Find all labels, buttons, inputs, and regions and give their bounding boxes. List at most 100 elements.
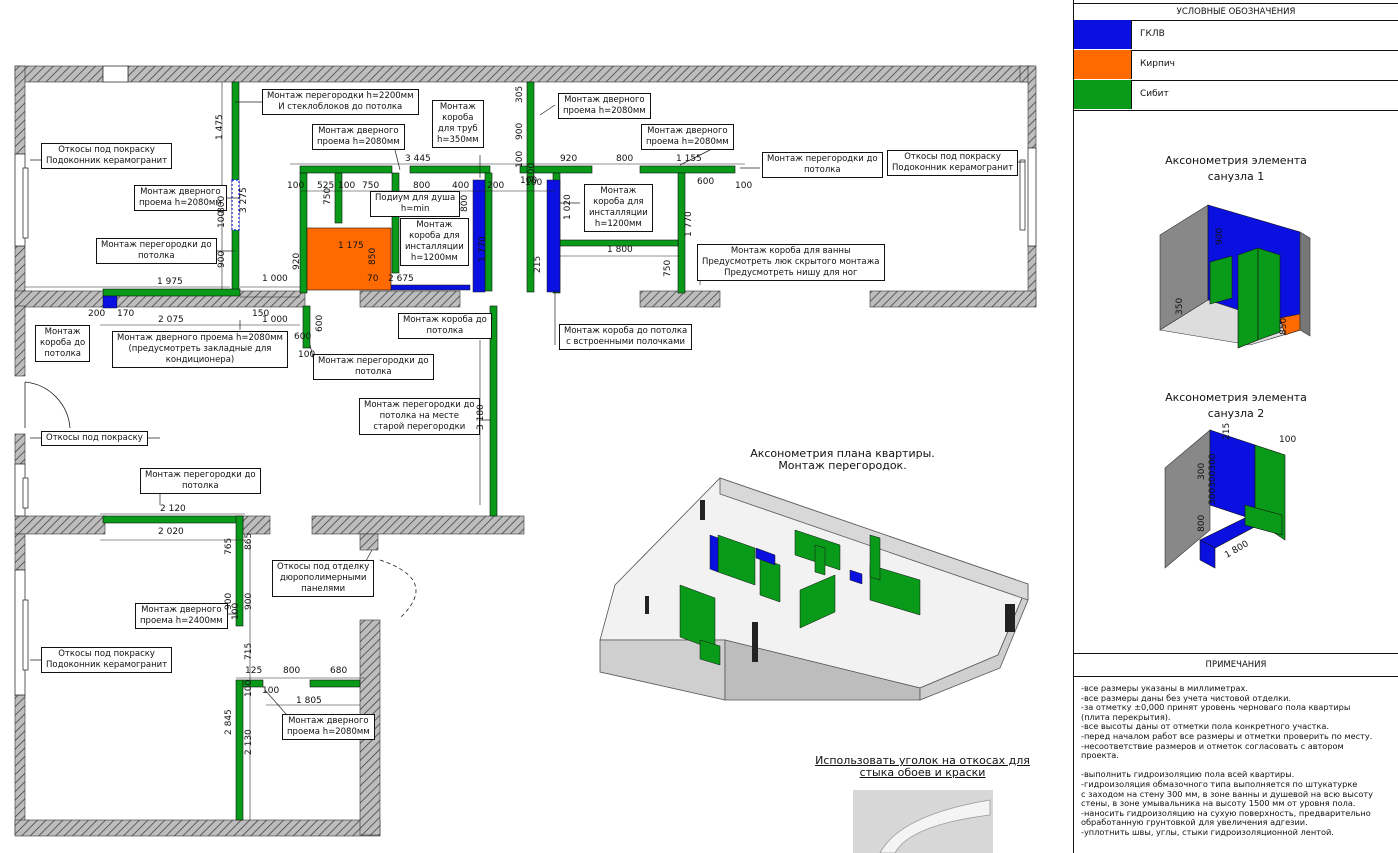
callout-note: Монтаж дверного проема h=2400мм: [135, 603, 228, 629]
callout-note: Откосы под покраску Подоконник керамогра…: [41, 647, 173, 673]
glass-block-partition: [231, 179, 240, 231]
legend-row-gklv: ГКЛВ: [1074, 20, 1398, 51]
dimension-label-vertical: 3 275: [239, 187, 249, 213]
dimension-label: 170: [117, 309, 135, 319]
dimension-label-vertical: 850: [368, 247, 378, 265]
dimension-label-vertical: 920: [292, 252, 302, 270]
dimension-label: 1 805: [296, 696, 322, 706]
callout-note: Монтаж короба до потолка: [35, 325, 91, 362]
dimension-label-vertical: 3 180: [476, 404, 486, 430]
axonometry-title: Аксонометрия плана квартиры. Монтаж пере…: [750, 447, 935, 472]
dimension-label: 70: [367, 274, 379, 284]
callout-note: Монтаж перегородки до потолка: [313, 354, 434, 380]
dimension-label-vertical: 1 020: [563, 194, 573, 220]
dimension-label: 100: [338, 181, 356, 191]
legend-row-brick: Кирпич: [1074, 50, 1398, 81]
dimension-label: 100: [298, 350, 316, 360]
dimension-label: 800: [616, 154, 634, 164]
dimension-label-vertical: 100: [231, 602, 241, 620]
dimension-label: 1 975: [157, 277, 183, 287]
dimension-label: 600: [697, 177, 715, 187]
dimension-label: 800: [283, 666, 301, 676]
axo2-dim-e: 300: [1197, 462, 1207, 480]
dimension-label-vertical: 100: [527, 162, 537, 180]
dimension-label: 2 120: [160, 504, 186, 514]
dimension-label-vertical: 750: [323, 187, 333, 205]
callout-note: Монтаж короба для инсталляции h=1200мм: [400, 218, 469, 266]
dimension-label-vertical: 100: [217, 210, 227, 228]
callout-note: Монтаж перегородки до потолка: [96, 238, 217, 264]
axo2-title: Аксонометрия элемента санузла 2: [1165, 391, 1307, 420]
legend-title: УСЛОВНЫЕ ОБОЗНАЧЕНИЯ: [1074, 3, 1398, 21]
dimension-label-vertical: 865: [244, 532, 254, 550]
dimension-label-vertical: 715: [244, 642, 254, 660]
dimension-label: 1 155: [676, 154, 702, 164]
legend-label-sibit: Сибит: [1140, 89, 1169, 99]
dimension-label-vertical: 750: [663, 259, 673, 277]
dimension-label-vertical: 215: [533, 255, 543, 273]
axo1-title: Аксонометрия элемента санузла 1: [1165, 154, 1307, 183]
dimension-label-vertical: 765: [224, 537, 234, 555]
dimension-label: 3 445: [405, 154, 431, 164]
dimension-label: 1 175: [338, 241, 364, 251]
dimension-label: 1 000: [262, 274, 288, 284]
apartment-axonometry: [599, 477, 1029, 701]
dimension-label: 800: [413, 181, 431, 191]
dimension-label-vertical: 305: [515, 85, 525, 103]
corner-profile-image: [853, 790, 993, 853]
legend-label-gklv: ГКЛВ: [1140, 29, 1165, 39]
callout-note: Монтаж дверного проема h=2080мм: [134, 185, 227, 211]
legend-panel: УСЛОВНЫЕ ОБОЗНАЧЕНИЯ ГКЛВ Кирпич Сибит А…: [1073, 0, 1398, 853]
dimension-label: 600: [294, 332, 312, 342]
callout-note: Монтаж дверного проема h=2080мм (предусм…: [112, 331, 288, 368]
dimension-label-vertical: 1 475: [215, 114, 225, 140]
callout-note: Монтаж короба до потолка: [398, 313, 492, 339]
callout-note: Монтаж перегородки до потолка на месте с…: [359, 398, 480, 435]
callout-note: Монтаж перегородки до потолка: [140, 468, 261, 494]
legend-swatch-sibit: [1074, 80, 1132, 109]
callout-note: Монтаж перегородки до потолка: [762, 152, 883, 178]
axo2-dim-b: 100: [1279, 435, 1297, 445]
callout-note: Монтаж короба до потолка с встроенными п…: [559, 324, 693, 350]
dimension-label-vertical: 900: [217, 250, 227, 268]
callout-note: Монтаж короба для ванны Предусмотреть лю…: [697, 244, 885, 281]
callout-note: Монтаж короба для труб h=350мм: [432, 100, 484, 148]
axo1-dim-b: 350: [1175, 297, 1185, 315]
callout-note: Монтаж перегородки h=2200мм И стеклоблок…: [262, 89, 419, 115]
dimension-label-vertical: 900: [515, 122, 525, 140]
dimension-label-vertical: 1 770: [478, 236, 488, 262]
legend-row-sibit: Сибит: [1074, 80, 1398, 111]
legend-swatch-gklv: [1074, 20, 1132, 49]
callout-note: Монтаж короба для инсталляции h=1200мм: [584, 184, 653, 232]
axo1-dim-a: 900: [1215, 227, 1225, 245]
dimension-label: 125: [245, 666, 263, 676]
dimension-label: 1 800: [607, 245, 633, 255]
callout-note: Откосы под покраску Подоконник керамогра…: [41, 143, 173, 169]
dimension-label-vertical: 900: [244, 592, 254, 610]
dimension-label: 100: [287, 181, 305, 191]
dimension-label: 200: [88, 309, 106, 319]
dimension-label: 400: [452, 181, 470, 191]
legend-swatch-brick: [1074, 50, 1132, 79]
callout-note: Монтаж дверного проема h=2080мм: [641, 124, 734, 150]
callout-note: Подиум для душа h=min: [370, 191, 461, 217]
callout-note: Откосы под покраску: [41, 431, 148, 446]
dimension-label: 100: [262, 686, 280, 696]
dimension-label-vertical: 100: [244, 679, 254, 697]
dimension-label: 2 075: [158, 315, 184, 325]
axo2-dim-d: 1 800: [1223, 539, 1251, 561]
notes-text: -все размеры указаны в миллиметрах. -все…: [1081, 683, 1373, 837]
dimension-label: 150: [252, 309, 270, 319]
axo2-dim-c: 800: [1197, 514, 1207, 532]
notes-title: ПРИМЕЧАНИЯ: [1074, 653, 1398, 677]
dimension-label: 680: [330, 666, 348, 676]
dimension-label-vertical: 1 770: [684, 211, 694, 237]
dimension-label-vertical: 800: [460, 194, 470, 212]
callout-note: Откосы под отделку дюрополимерными панел…: [272, 560, 375, 597]
callout-note: Монтаж дверного проема h=2080мм: [312, 124, 405, 150]
dimension-label: 100: [735, 181, 753, 191]
callout-note: Откосы под покраску Подоконник керамогра…: [887, 150, 1019, 176]
axo1-dim-c: 850: [1279, 317, 1289, 335]
dimension-label-vertical: 100: [515, 150, 525, 168]
dimension-label: 750: [362, 181, 380, 191]
